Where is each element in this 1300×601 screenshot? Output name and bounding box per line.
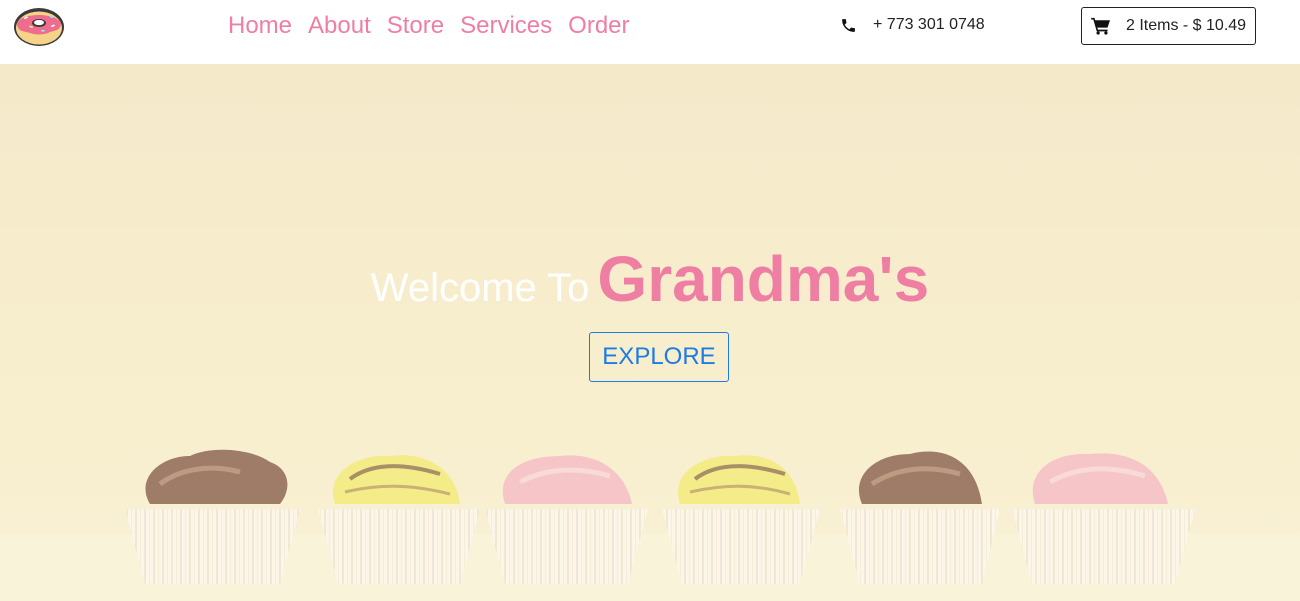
main-nav: Home About Store Services Order xyxy=(228,11,630,41)
nav-link-order[interactable]: Order xyxy=(568,11,629,41)
nav-link-about[interactable]: About xyxy=(308,11,371,41)
hero-title: Welcome To Grandma's xyxy=(0,242,1300,316)
phone-number: + 773 301 0748 xyxy=(873,16,985,33)
cart-button[interactable]: 2 Items - $ 10.49 xyxy=(1081,7,1256,45)
phone-contact[interactable]: + 773 301 0748 xyxy=(840,16,985,34)
nav-link-services[interactable]: Services xyxy=(460,11,552,41)
navbar: Home About Store Services Order + 773 30… xyxy=(0,0,1300,64)
nav-link-store[interactable]: Store xyxy=(387,11,444,41)
cart-icon xyxy=(1091,17,1110,35)
welcome-text: Welcome To xyxy=(370,266,590,310)
cart-summary: 2 Items - $ 10.49 xyxy=(1126,17,1247,34)
phone-icon xyxy=(842,18,855,32)
hero-section: Welcome To Grandma's EXPLORE xyxy=(0,64,1300,601)
brand-name: Grandma's xyxy=(597,243,930,315)
nav-link-home[interactable]: Home xyxy=(228,11,292,41)
donut-icon[interactable] xyxy=(13,5,65,47)
explore-button[interactable]: EXPLORE xyxy=(589,332,729,382)
